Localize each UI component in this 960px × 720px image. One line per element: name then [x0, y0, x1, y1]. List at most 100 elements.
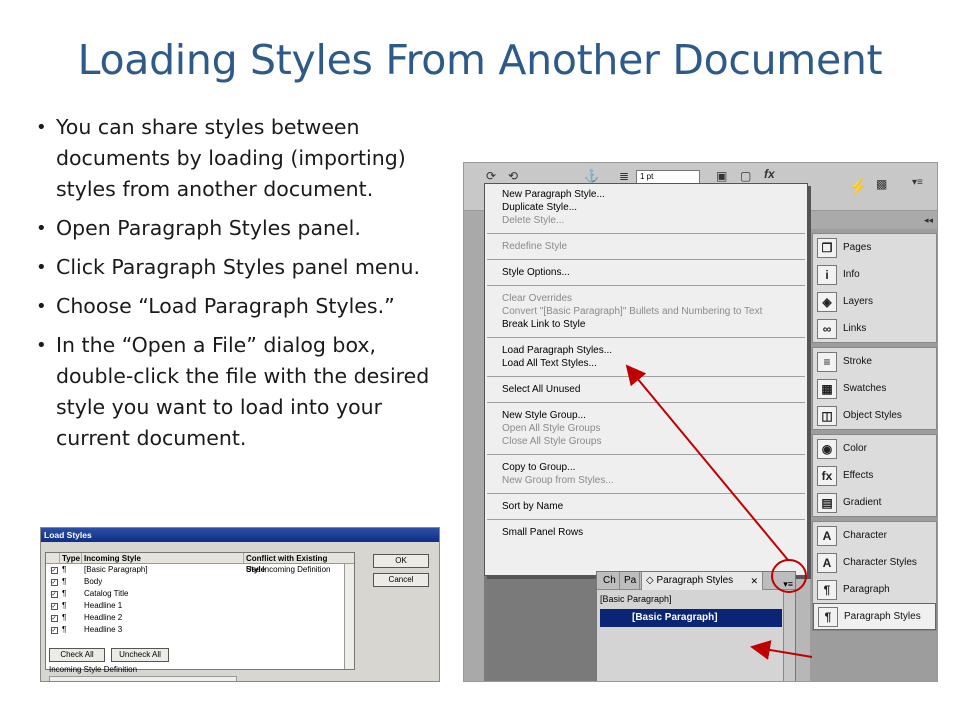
- panel-item[interactable]: ≡ Stroke: [813, 348, 936, 375]
- panel-dock: ◂◂ ❐ Pages i Info ◈ Layers ∞ Links ≡ Stroke ▦ Swatc…: [810, 211, 937, 681]
- row-checkbox[interactable]: ✓: [46, 600, 60, 612]
- menu-item[interactable]: Load Paragraph Styles...: [485, 344, 807, 357]
- table-row[interactable]: ✓ ¶ Headline 3: [46, 624, 354, 636]
- panel-label: Info: [843, 269, 860, 280]
- table-scrollbar[interactable]: [344, 564, 354, 669]
- row-checkbox[interactable]: ✓: [46, 564, 60, 576]
- panel-menu-icon[interactable]: ▾≡: [912, 177, 923, 188]
- menu-separator: [487, 259, 805, 260]
- panel-item[interactable]: ◉ Color: [813, 435, 936, 462]
- frame-content-icon[interactable]: ▢: [740, 169, 751, 183]
- menu-item: Convert "[Basic Paragraph]" Bullets and …: [502, 306, 763, 317]
- panel-label: Color: [843, 443, 867, 454]
- check-all-button[interactable]: Check All: [49, 648, 105, 662]
- tab-character[interactable]: Ch: [600, 572, 620, 590]
- panel-label: Effects: [843, 470, 874, 481]
- fx-icon[interactable]: fx: [764, 167, 775, 181]
- row-conflict: [244, 612, 344, 624]
- row-conflict: [244, 576, 344, 588]
- rotate-icon[interactable]: ⟳: [486, 169, 496, 183]
- stroke-weight-field[interactable]: 1 pt: [636, 170, 700, 184]
- panel-tabs: Ch Pa ◇ Paragraph Styles ✕ ▾≡: [597, 572, 795, 590]
- color-icon: ◉: [817, 438, 837, 459]
- menu-item[interactable]: Break Link to Style: [485, 318, 807, 331]
- tab-paragraph-styles[interactable]: ◇ Paragraph Styles ✕: [641, 572, 763, 590]
- panel-item[interactable]: ¶ Paragraph Styles: [813, 603, 936, 630]
- character-icon: A: [817, 525, 837, 546]
- panel-item[interactable]: ¶ Paragraph: [813, 576, 936, 603]
- row-checkbox[interactable]: ✓: [46, 588, 60, 600]
- menu-item[interactable]: Copy to Group...: [485, 461, 807, 474]
- menu-item: Delete Style...: [502, 215, 565, 226]
- menu-item: Close All Style Groups: [502, 436, 602, 447]
- menu-separator: [487, 493, 805, 494]
- menu-separator: [487, 285, 805, 286]
- menu-item[interactable]: Style Options...: [485, 266, 807, 279]
- panel-item[interactable]: A Character: [813, 522, 936, 549]
- selected-style-row[interactable]: [Basic Paragraph]: [600, 609, 782, 627]
- load-styles-dialog: Load Styles Type Incoming Style Conflict…: [40, 527, 440, 682]
- bullet-item: Open Paragraph Styles panel.: [32, 213, 452, 244]
- tools-strip: [464, 211, 484, 681]
- panel-label: Character: [843, 530, 887, 541]
- row-checkbox[interactable]: ✓: [46, 576, 60, 588]
- anchor-icon[interactable]: ⚓: [584, 169, 599, 183]
- panel-label: Links: [843, 323, 867, 334]
- table-row[interactable]: ✓ ¶ Headline 2: [46, 612, 354, 624]
- table-row[interactable]: ✓ ¶ Headline 1: [46, 600, 354, 612]
- menu-item[interactable]: Select All Unused: [485, 383, 807, 396]
- panel-item[interactable]: ◫ Object Styles: [813, 402, 936, 429]
- layers-icon: ◈: [817, 291, 837, 312]
- tab-paragraph[interactable]: Pa: [621, 572, 641, 590]
- row-type: ¶: [62, 625, 67, 634]
- row-conflict: [244, 600, 344, 612]
- stroke-icon: ≡: [817, 351, 837, 372]
- row-checkbox[interactable]: ✓: [46, 624, 60, 636]
- panel-item[interactable]: ▤ Gradient: [813, 489, 936, 516]
- ok-button[interactable]: OK: [373, 554, 429, 568]
- menu-item[interactable]: Sort by Name: [485, 500, 807, 513]
- row-style: Headline 3: [84, 625, 123, 634]
- panel-item[interactable]: fx Effects: [813, 462, 936, 489]
- frame-fit-icon[interactable]: ▣: [716, 169, 727, 183]
- current-style: [Basic Paragraph]: [600, 594, 672, 604]
- table-row[interactable]: ✓ ¶ [Basic Paragraph] Use Incoming Definiti…: [46, 564, 354, 576]
- panel-item[interactable]: ∞ Links: [813, 315, 936, 342]
- panel-label: Paragraph Styles: [844, 611, 921, 622]
- cancel-button[interactable]: Cancel: [373, 573, 429, 587]
- panel-item[interactable]: ▦ Swatches: [813, 375, 936, 402]
- table-row[interactable]: ✓ ¶ Catalog Title: [46, 588, 354, 600]
- slide-title: Loading Styles From Another Document: [77, 36, 883, 84]
- panel-group: ◉ Color fx Effects ▤ Gradient: [812, 434, 937, 517]
- lightning-icon[interactable]: ⚡: [848, 177, 868, 197]
- close-icon[interactable]: ✕: [750, 572, 758, 590]
- panel-item[interactable]: A Character Styles: [813, 549, 936, 576]
- bridge-icon[interactable]: ▩: [876, 177, 887, 191]
- row-checkbox[interactable]: ✓: [46, 612, 60, 624]
- menu-item[interactable]: New Style Group...: [485, 409, 807, 422]
- table-row[interactable]: ✓ ¶ Body: [46, 576, 354, 588]
- collapse-icon[interactable]: ◂◂: [810, 211, 937, 229]
- menu-item[interactable]: New Paragraph Style...: [485, 188, 807, 201]
- effects-icon: fx: [817, 465, 837, 486]
- gradient-icon: ▤: [817, 492, 837, 513]
- row-style: [Basic Paragraph]: [84, 565, 148, 574]
- panel-scrollbar[interactable]: [783, 590, 795, 681]
- paragraph-icon: ¶: [817, 579, 837, 600]
- row-type: ¶: [62, 589, 67, 598]
- pages-icon: ❐: [817, 237, 837, 258]
- panel-label: Swatches: [843, 383, 887, 394]
- panel-item[interactable]: i Info: [813, 261, 936, 288]
- row-style: Headline 1: [84, 601, 123, 610]
- menu-item[interactable]: Small Panel Rows: [485, 526, 807, 539]
- header-check: [46, 553, 60, 563]
- rotate-ccw-icon[interactable]: ⟲: [508, 169, 518, 183]
- menu-item[interactable]: Load All Text Styles...: [485, 357, 807, 370]
- panel-item[interactable]: ❐ Pages: [813, 234, 936, 261]
- menu-item[interactable]: Duplicate Style...: [485, 201, 807, 214]
- paragraph-styles-icon: ¶: [818, 606, 838, 627]
- uncheck-all-button[interactable]: Uncheck All: [111, 648, 169, 662]
- bullet-item: In the “Open a File” dialog box, double-…: [32, 330, 452, 454]
- row-style: Body: [84, 577, 103, 586]
- panel-item[interactable]: ◈ Layers: [813, 288, 936, 315]
